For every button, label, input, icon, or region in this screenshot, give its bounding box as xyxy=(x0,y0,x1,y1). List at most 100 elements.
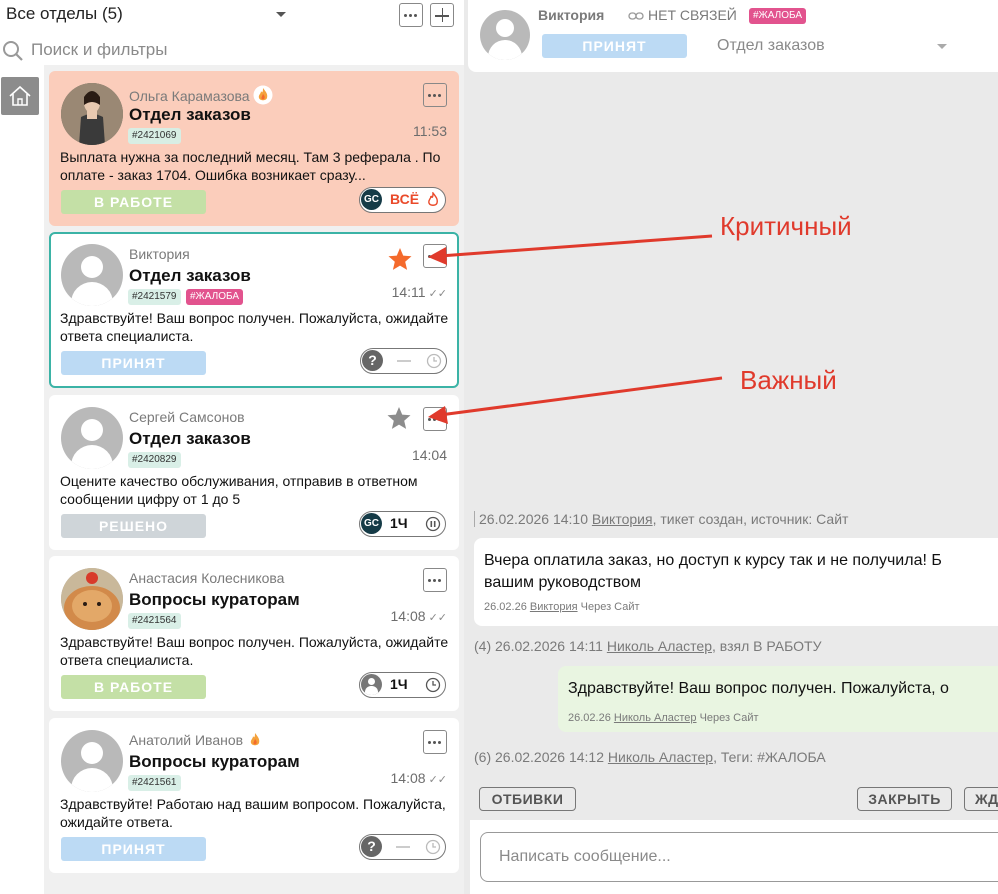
customer-name: Виктория xyxy=(129,246,190,262)
more-dots-icon xyxy=(428,579,442,582)
message-meta: 26.02.26 Николь Аластер Через Сайт xyxy=(568,712,759,724)
complaint-tag: #ЖАЛОБА xyxy=(186,289,244,305)
card-menu-button[interactable] xyxy=(423,244,447,268)
ticket-time: 14:08 ✓✓ xyxy=(390,770,447,786)
avatar xyxy=(61,568,123,630)
ticket-card[interactable]: Виктория Отдел заказов #2421579 #ЖАЛОБА … xyxy=(49,232,459,388)
search-bar[interactable]: Поиск и фильтры xyxy=(0,36,464,64)
pill-label: ВСЁ xyxy=(390,191,420,207)
more-dots-icon xyxy=(428,255,442,258)
ticket-card[interactable]: Сергей Самсонов Отдел заказов #2420829 1… xyxy=(49,395,459,550)
more-options-button[interactable] xyxy=(399,3,423,27)
avatar xyxy=(61,407,123,469)
star-important-icon[interactable] xyxy=(386,405,412,431)
ticket-card[interactable]: Ольга Карамазова Отдел заказов #2421069 … xyxy=(49,71,459,226)
user-link[interactable]: Николь Аластер xyxy=(608,749,713,765)
user-link[interactable]: Виктория xyxy=(530,601,578,613)
status-badge[interactable]: ПРИНЯТ xyxy=(61,837,206,861)
annotation-critical: Критичный xyxy=(720,211,852,241)
ticket-department: Отдел заказов xyxy=(129,266,251,285)
double-check-icon: ✓✓ xyxy=(428,774,447,786)
ticket-preview: Выплата нужна за последний месяц. Там 3 … xyxy=(60,149,441,183)
gc-badge: GC xyxy=(361,189,382,210)
customer-name: Ольга Карамазова xyxy=(129,85,273,105)
status-badge[interactable]: РЕШЕНО xyxy=(61,514,206,538)
more-dots-icon xyxy=(404,14,418,17)
ticket-department: Вопросы кураторам xyxy=(129,590,300,609)
card-menu-button[interactable] xyxy=(423,730,447,754)
gc-badge: GC xyxy=(361,513,382,534)
user-link[interactable]: Николь Аластер xyxy=(614,712,697,724)
compose-area: Написать сообщение... xyxy=(470,820,998,894)
customer-name: Анастасия Колесникова xyxy=(129,570,285,586)
pill-label: 1Ч xyxy=(390,676,408,692)
department-select-value: Все отделы (5) xyxy=(6,4,123,23)
ticket-id-badge: #2421069 xyxy=(128,128,181,144)
ticket-time: 14:04 xyxy=(411,447,447,463)
no-links-indicator[interactable]: НЕТ СВЯЗЕЙ xyxy=(628,7,737,23)
ticket-id-badge: #2421564 xyxy=(128,613,181,629)
question-icon: ? xyxy=(362,350,383,371)
ticket-time: 14:08 ✓✓ xyxy=(390,608,447,624)
ticket-indicator-pill[interactable]: 1Ч xyxy=(359,672,446,698)
ticket-department: Отдел заказов xyxy=(129,105,251,124)
search-input[interactable]: Поиск и фильтры xyxy=(31,40,167,60)
system-event: (6) 26.02.2026 14:12 Николь Аластер, Тег… xyxy=(474,749,826,765)
user-link[interactable]: Виктория xyxy=(592,511,653,527)
more-dots-icon xyxy=(428,741,442,744)
outgoing-message: Здравствуйте! Ваш вопрос получен. Пожалу… xyxy=(558,666,998,732)
ticket-preview: Оцените качество обслуживания, отправив … xyxy=(60,473,418,507)
system-event: (4) 26.02.2026 14:11 Николь Аластер, взя… xyxy=(474,638,822,654)
ticket-indicator-pill[interactable]: ? xyxy=(360,348,447,374)
status-badge[interactable]: ПРИНЯТ xyxy=(61,351,206,375)
status-badge[interactable]: В РАБОТЕ xyxy=(61,675,206,699)
add-ticket-button[interactable] xyxy=(430,3,454,27)
annotation-important: Важный xyxy=(740,365,837,395)
link-icon xyxy=(628,12,644,20)
chat-header: Виктория НЕТ СВЯЗЕЙ #ЖАЛОБА ПРИНЯТ Отдел… xyxy=(468,0,998,72)
chat-department-select[interactable]: Отдел заказов xyxy=(717,37,825,55)
ticket-time: 14:11 ✓✓ xyxy=(391,284,447,300)
ticket-card[interactable]: Анатолий Иванов Вопросы кураторам #24215… xyxy=(49,718,459,873)
question-icon: ? xyxy=(361,836,382,857)
ticket-preview: Здравствуйте! Ваш вопрос получен. Пожалу… xyxy=(60,634,449,668)
card-menu-button[interactable] xyxy=(423,568,447,592)
customer-name: Сергей Самсонов xyxy=(129,409,245,425)
message-input[interactable]: Написать сообщение... xyxy=(480,832,998,882)
ticket-indicator-pill[interactable]: GC ВСЁ xyxy=(359,187,446,213)
status-badge[interactable]: ПРИНЯТ xyxy=(542,34,687,58)
star-critical-icon[interactable] xyxy=(387,246,413,272)
search-icon xyxy=(3,41,23,61)
system-event: 26.02.2026 14:10 Виктория, тикет создан,… xyxy=(474,511,848,527)
ticket-id-badge: #2420829 xyxy=(128,452,181,468)
chevron-down-icon xyxy=(276,12,286,17)
wait-button[interactable]: ЖД xyxy=(964,787,998,811)
status-badge[interactable]: В РАБОТЕ xyxy=(61,190,206,214)
ticket-department: Вопросы кураторам xyxy=(129,752,300,771)
chat-customer-name: Виктория xyxy=(538,7,605,23)
ticket-department: Отдел заказов xyxy=(129,429,251,448)
ticket-indicator-pill[interactable]: GC 1Ч xyxy=(359,511,446,537)
more-dots-icon xyxy=(428,94,442,97)
ticket-time: 11:53 xyxy=(413,123,447,139)
replies-button[interactable]: ОТБИВКИ xyxy=(479,787,576,811)
ticket-indicator-pill[interactable]: ? xyxy=(359,834,446,860)
card-menu-button[interactable] xyxy=(423,83,447,107)
chevron-down-icon[interactable] xyxy=(937,44,947,49)
more-dots-icon xyxy=(428,418,442,421)
card-menu-button[interactable] xyxy=(423,407,447,431)
tickets-panel: Все отделы (5) Поиск и фильтры Ольга Кар… xyxy=(0,0,464,894)
home-button[interactable] xyxy=(1,77,39,115)
user-link[interactable]: Николь Аластер xyxy=(607,638,712,654)
fire-icon xyxy=(250,733,260,746)
ticket-preview: Здравствуйте! Ваш вопрос получен. Пожалу… xyxy=(60,310,449,344)
avatar xyxy=(61,730,123,792)
clock-icon xyxy=(425,839,441,855)
ticket-card[interactable]: Анастасия Колесникова Вопросы кураторам … xyxy=(49,556,459,711)
complaint-tag[interactable]: #ЖАЛОБА xyxy=(749,8,807,24)
department-select[interactable]: Все отделы (5) xyxy=(6,4,296,26)
user-icon xyxy=(361,674,382,695)
close-ticket-button[interactable]: ЗАКРЫТЬ xyxy=(857,787,952,811)
double-check-icon: ✓✓ xyxy=(428,612,447,624)
clock-icon xyxy=(426,353,442,369)
